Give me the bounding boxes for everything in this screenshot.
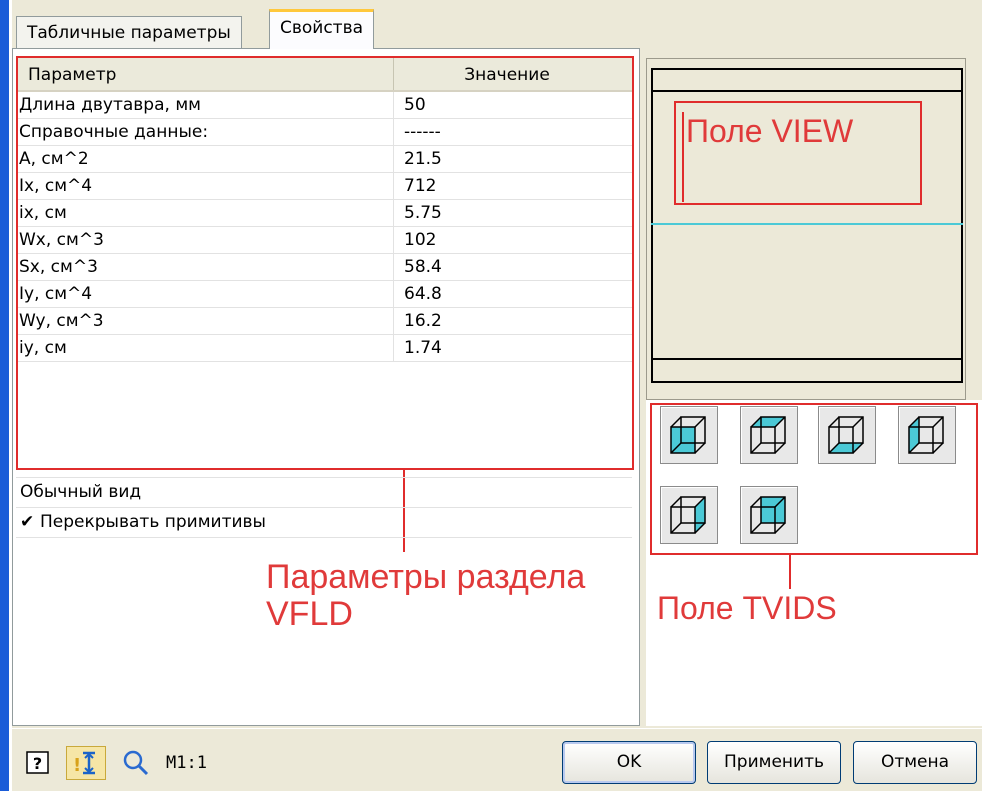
ok-button[interactable]: OK [562,741,696,784]
sort-parameters-icon[interactable]: ! [66,746,106,780]
options-divider [16,507,632,508]
tab-properties[interactable]: Свойства [269,9,375,49]
zoom-scale-label: M1:1 [166,753,207,773]
svg-text:!: ! [73,755,81,776]
vfld-annotation-frame [16,56,634,470]
apply-button[interactable]: Применить [707,741,841,784]
cube-face-bottom-icon[interactable] [818,406,876,464]
window-left-edge [0,0,9,791]
view-bottom-band-line [651,358,963,360]
view-annotation-label: Поле VIEW [686,113,854,149]
overlap-primitives-option[interactable]: ✔ Перекрывать примитивы [20,512,266,532]
tvids-annotation-label: Поле TVIDS [657,590,837,626]
cube-face-right-icon[interactable] [660,486,718,544]
checkmark-icon[interactable]: ✔ [20,512,40,532]
svg-text:?: ? [33,754,42,773]
overlap-primitives-label: Перекрывать примитивы [40,512,266,532]
options-divider [16,477,632,478]
help-icon[interactable]: ? [24,749,52,777]
cube-face-front-icon[interactable] [660,406,718,464]
tab-table-parameters[interactable]: Табличные параметры [16,16,242,48]
vfld-annotation-leader [403,470,405,552]
vfld-label-line1: Параметры раздела [266,558,586,596]
cube-face-back-icon[interactable] [740,486,798,544]
view-mode-option[interactable]: Обычный вид [20,482,141,502]
cube-face-top-icon[interactable] [740,406,798,464]
cancel-button[interactable]: Отмена [853,741,977,784]
zoom-icon[interactable] [122,749,150,777]
cube-face-left-icon[interactable] [898,406,956,464]
options-divider [16,537,632,538]
view-top-band-line [651,90,963,92]
vfld-label-line2: VFLD [266,595,353,633]
view-annotation-inner-line [682,112,684,202]
view-axis-line [651,223,963,225]
vfld-annotation-label: Параметры раздела VFLD [266,559,585,633]
tvids-annotation-leader [789,555,791,589]
